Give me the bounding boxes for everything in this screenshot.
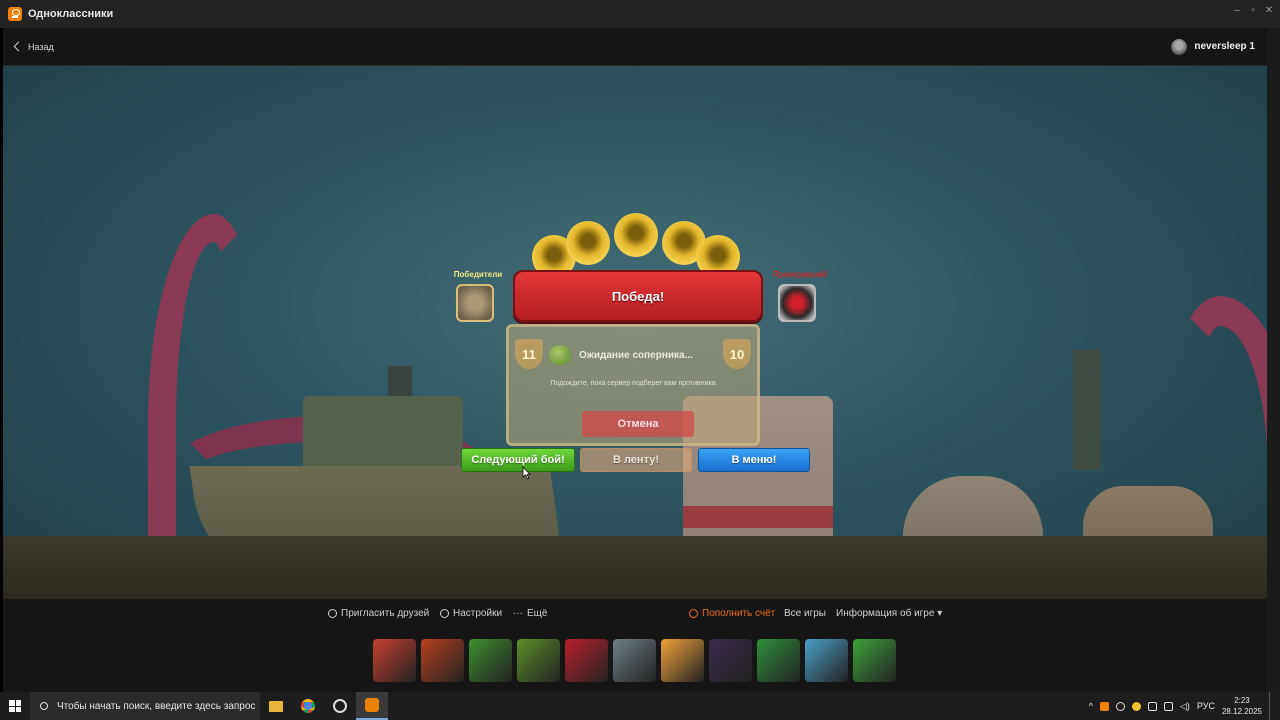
ok-app-icon — [365, 698, 379, 712]
game-tile-2[interactable] — [421, 639, 464, 682]
clock-date: 28.12.2025 — [1221, 707, 1262, 716]
app-header: Назад neversleep 1 — [3, 28, 1267, 66]
gear-icon — [440, 609, 449, 618]
next-battle-button[interactable]: Следующий бой! — [461, 448, 575, 472]
bottom-menu: Пригласить друзей Настройки ··· Ещё Попо… — [3, 608, 1267, 624]
waiting-title: Ожидание соперника... — [579, 350, 693, 361]
chrome-icon — [301, 699, 315, 713]
folder-icon — [269, 700, 283, 712]
back-button[interactable]: Назад — [13, 41, 54, 52]
avatar — [1171, 38, 1188, 55]
bottom-panel: Пригласить друзей Настройки ··· Ещё Попо… — [3, 599, 1267, 692]
minimize-icon[interactable]: – — [1232, 6, 1242, 16]
lighthouse-band — [683, 506, 833, 528]
username: neversleep 1 — [1194, 41, 1255, 52]
trumpet-icon — [614, 213, 658, 257]
show-desktop-button[interactable] — [1269, 692, 1272, 720]
network-icon[interactable] — [1164, 701, 1173, 711]
ok-app[interactable] — [356, 692, 388, 720]
waiting-subtitle: Подождите, пока сервер подберет вам прот… — [550, 380, 716, 387]
level-badge-left: 11 — [515, 339, 543, 369]
game-canvas[interactable]: Победа! Победители Проигравший 11 10 Ожи… — [3, 66, 1267, 599]
file-explorer-app[interactable] — [260, 692, 292, 720]
search-placeholder: Чтобы начать поиск, введите здесь запрос — [57, 700, 256, 712]
window-title: Одноклассники — [28, 8, 114, 20]
game-info-label: Информация об игре ▾ — [836, 608, 943, 619]
back-label: Назад — [28, 41, 54, 52]
menu-button[interactable]: В меню! — [698, 448, 810, 472]
steam-icon[interactable] — [1116, 701, 1125, 711]
trumpet-icon — [566, 221, 610, 265]
invite-label: Пригласить друзей — [341, 608, 430, 619]
taskbar: Чтобы начать поиск, введите здесь запрос… — [0, 692, 1280, 720]
close-icon[interactable]: ✕ — [1264, 6, 1274, 16]
topup-link[interactable]: Пополнить счёт — [689, 608, 775, 619]
more-link[interactable]: ··· Ещё — [513, 608, 547, 619]
maximize-icon[interactable]: ▫ — [1248, 6, 1258, 16]
clock[interactable]: 2:23 28.12.2025 — [1222, 695, 1262, 717]
game-tile-3[interactable] — [469, 639, 512, 682]
settings-link[interactable]: Настройки — [440, 608, 502, 619]
mouse-cursor-icon — [522, 466, 531, 480]
game-info-link[interactable]: Информация об игре ▾ — [836, 608, 942, 619]
ellipsis-icon: ··· — [513, 608, 523, 619]
taskbar-search[interactable]: Чтобы начать поиск, введите здесь запрос — [30, 692, 260, 720]
start-button[interactable] — [0, 692, 30, 720]
chrome-app[interactable] — [292, 692, 324, 720]
game-tile-11[interactable] — [853, 639, 896, 682]
topup-label: Пополнить счёт — [702, 608, 776, 619]
winners-label: Победители — [453, 270, 503, 279]
game-tile-8[interactable] — [709, 639, 752, 682]
chevron-left-icon — [13, 41, 24, 52]
share-feed-button[interactable]: В ленту! — [580, 448, 692, 472]
people-icon — [328, 609, 337, 618]
system-tray: ^ ◁) РУС 2:23 28.12.2025 — [1089, 692, 1272, 720]
recorder-icon — [333, 699, 347, 713]
language-indicator[interactable]: РУС — [1197, 701, 1215, 711]
windows-icon — [9, 700, 21, 712]
game-tile-5[interactable] — [565, 639, 608, 682]
invite-friends-link[interactable]: Пригласить друзей — [328, 608, 429, 619]
victory-title: Победа! — [611, 288, 665, 304]
screen-recorder-app[interactable] — [324, 692, 356, 720]
ok-logo-icon — [8, 7, 22, 21]
all-games-link[interactable]: Все игры — [784, 608, 826, 619]
ground — [3, 536, 1267, 599]
scrollbar[interactable] — [1267, 28, 1280, 692]
search-icon — [40, 702, 48, 710]
level-badge-right: 10 — [723, 339, 751, 369]
coin-icon — [689, 609, 698, 618]
ok-tray-icon[interactable] — [1100, 701, 1109, 711]
game-tile-4[interactable] — [517, 639, 560, 682]
waiting-panel: 11 10 Ожидание соперника... Подождите, п… — [506, 324, 760, 446]
apple-icon — [549, 345, 571, 365]
volume-icon[interactable]: ◁) — [1180, 701, 1190, 712]
more-label: Ещё — [527, 608, 548, 619]
all-games-label: Все игры — [784, 608, 826, 619]
chimney — [1073, 350, 1101, 470]
settings-label: Настройки — [453, 608, 503, 619]
chevron-up-icon[interactable]: ^ — [1089, 701, 1093, 711]
game-tile-1[interactable] — [373, 639, 416, 682]
window-controls: – ▫ ✕ — [1232, 6, 1274, 16]
game-tile-10[interactable] — [805, 639, 848, 682]
cancel-button[interactable]: Отмена — [582, 411, 694, 437]
user-profile[interactable]: neversleep 1 — [1171, 38, 1255, 55]
games-carousel — [373, 639, 896, 682]
winner-avatar — [456, 284, 494, 322]
display-icon[interactable] — [1148, 701, 1157, 711]
losers-label: Проигравший — [772, 270, 828, 279]
window-titlebar: Одноклассники – ▫ ✕ — [0, 0, 1280, 28]
clock-time: 2:23 — [1234, 696, 1250, 705]
victory-banner: Победа! — [513, 270, 763, 322]
loser-avatar — [778, 284, 816, 322]
game-tile-6[interactable] — [613, 639, 656, 682]
tray-app-icon[interactable] — [1132, 701, 1141, 711]
game-tile-7[interactable] — [661, 639, 704, 682]
game-tile-9[interactable] — [757, 639, 800, 682]
